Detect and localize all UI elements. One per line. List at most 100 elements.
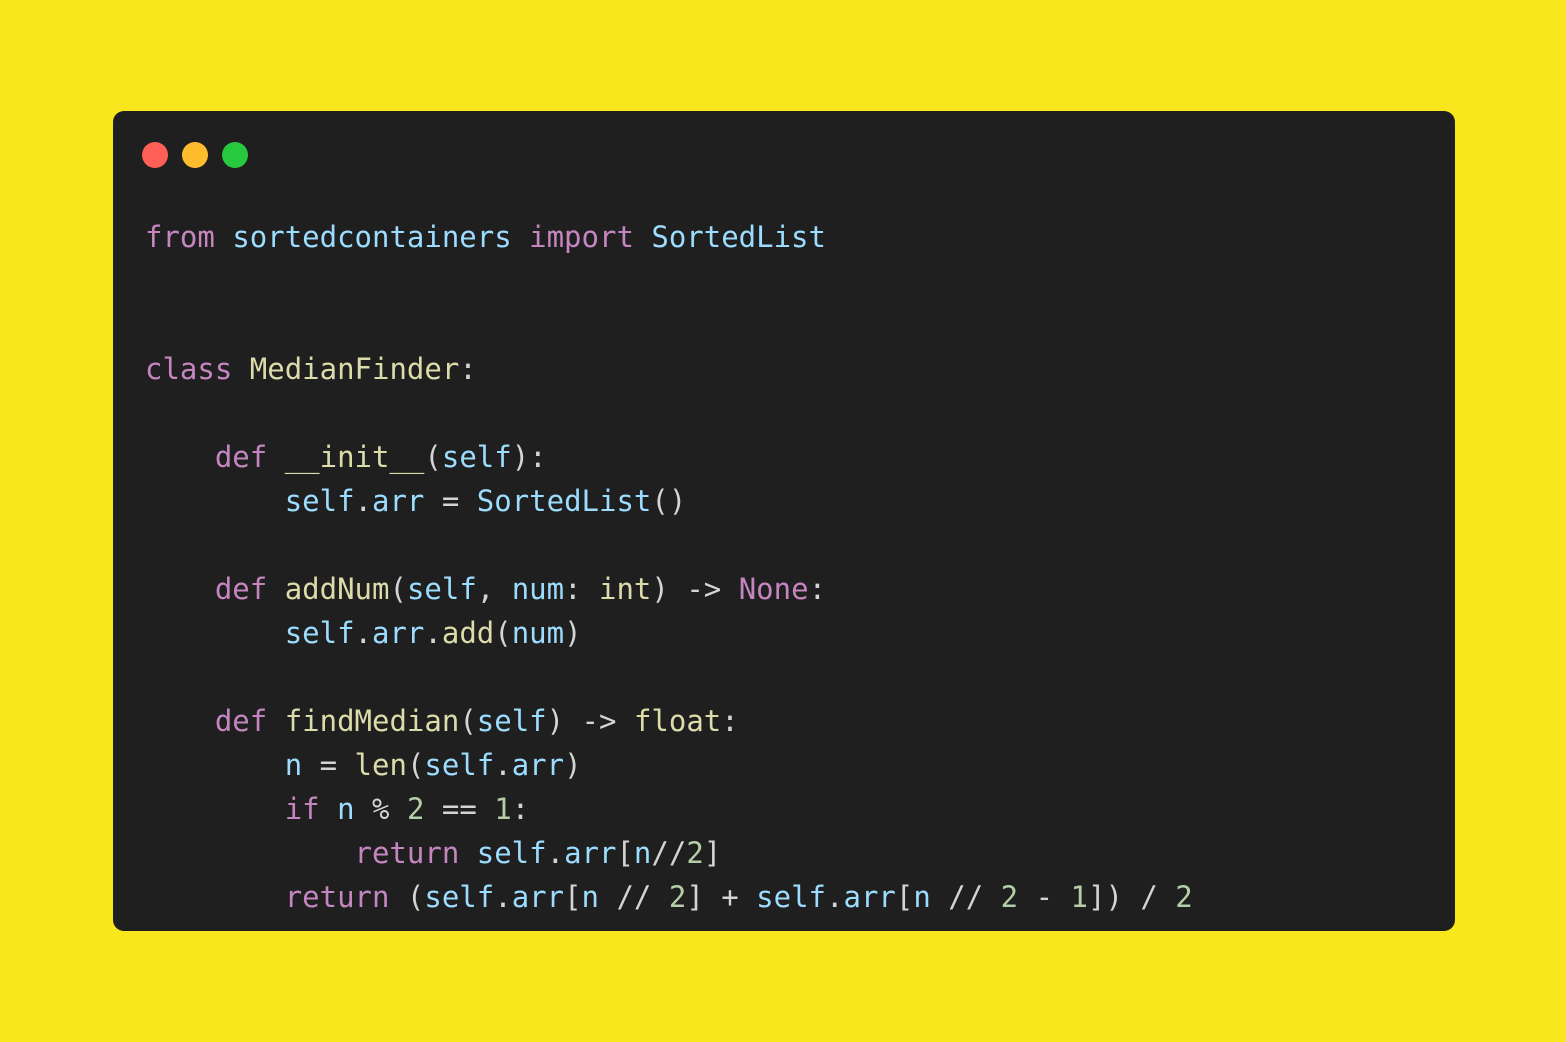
code-token: ] xyxy=(703,836,722,870)
code-token: SortedList xyxy=(651,220,826,254)
minimize-dot-icon[interactable] xyxy=(182,142,208,168)
code-token: : xyxy=(808,572,827,606)
code-token: return xyxy=(284,880,390,914)
code-line: def __init__(self): xyxy=(145,435,1193,479)
code-token: // xyxy=(651,836,687,870)
code-token: ( xyxy=(459,704,477,738)
code-token: self xyxy=(756,880,827,914)
code-line: self.arr.add(num) xyxy=(145,611,1193,655)
code-token: self xyxy=(424,880,495,914)
code-line: return self.arr[n//2] xyxy=(145,831,1193,875)
code-token: n xyxy=(284,748,303,782)
code-token: self xyxy=(476,704,547,738)
code-token: self xyxy=(406,572,477,606)
code-token: ): xyxy=(511,440,547,474)
code-token: arr xyxy=(511,748,565,782)
code-token: == xyxy=(424,792,495,826)
code-token: sortedcontainers xyxy=(232,220,512,254)
code-token: ]) / xyxy=(1087,880,1176,914)
code-token: . xyxy=(546,836,565,870)
code-line: n = len(self.arr) xyxy=(145,743,1193,787)
code-token: from xyxy=(145,220,215,254)
code-token: self xyxy=(284,484,355,518)
code-line: from sortedcontainers import SortedList xyxy=(145,215,1193,259)
code-token: : xyxy=(564,572,600,606)
code-token: = xyxy=(302,748,355,782)
code-token: class xyxy=(145,352,233,386)
code-block: from sortedcontainers import SortedList c… xyxy=(145,215,1193,919)
code-token: () xyxy=(651,484,687,518)
code-token: : xyxy=(721,704,739,738)
code-token: [ xyxy=(616,836,634,870)
code-line: def findMedian(self) -> float: xyxy=(145,699,1193,743)
code-token: self xyxy=(284,616,355,650)
code-window: from sortedcontainers import SortedList c… xyxy=(113,111,1455,931)
zoom-dot-icon[interactable] xyxy=(222,142,248,168)
code-token: return xyxy=(354,836,460,870)
code-token: num xyxy=(511,616,565,650)
code-token: . xyxy=(494,880,512,914)
code-token: ( xyxy=(389,880,425,914)
code-token: def xyxy=(214,572,268,606)
code-token: ) xyxy=(564,748,582,782)
code-token: . xyxy=(354,616,372,650)
code-token: . xyxy=(826,880,844,914)
code-token: ) -> xyxy=(651,572,739,606)
code-token: 2 xyxy=(668,880,687,914)
code-token: addNum xyxy=(284,572,390,606)
code-token: arr xyxy=(511,880,565,914)
code-line: class MedianFinder: xyxy=(145,347,1193,391)
code-token: ] + xyxy=(686,880,757,914)
code-token: __init__ xyxy=(284,440,425,474)
close-dot-icon[interactable] xyxy=(142,142,168,168)
code-line: return (self.arr[n // 2] + self.arr[n //… xyxy=(145,875,1193,919)
code-token: MedianFinder xyxy=(249,352,460,386)
code-token: arr xyxy=(564,836,617,870)
code-token: n xyxy=(913,880,931,914)
code-token: . xyxy=(494,748,512,782)
code-token: 1 xyxy=(494,792,512,826)
code-token: import xyxy=(529,220,634,254)
code-token: SortedList xyxy=(476,484,652,518)
code-token: [ xyxy=(895,880,914,914)
code-token: n xyxy=(633,836,652,870)
code-token: self xyxy=(424,748,495,782)
code-token: 1 xyxy=(1070,880,1088,914)
code-token: def xyxy=(214,704,268,738)
code-line: if n % 2 == 1: xyxy=(145,787,1193,831)
code-token: ( xyxy=(494,616,512,650)
code-token: ) xyxy=(564,616,582,650)
code-token: findMedian xyxy=(284,704,460,738)
code-token: , xyxy=(476,572,512,606)
code-token: 2 xyxy=(1175,880,1193,914)
code-token: : xyxy=(511,792,530,826)
code-token: [ xyxy=(564,880,582,914)
code-token: n xyxy=(581,880,600,914)
code-token: def xyxy=(214,440,268,474)
code-token: % xyxy=(354,792,407,826)
code-token: if xyxy=(284,792,320,826)
code-token: arr xyxy=(372,484,425,518)
code-token: 2 xyxy=(686,836,704,870)
